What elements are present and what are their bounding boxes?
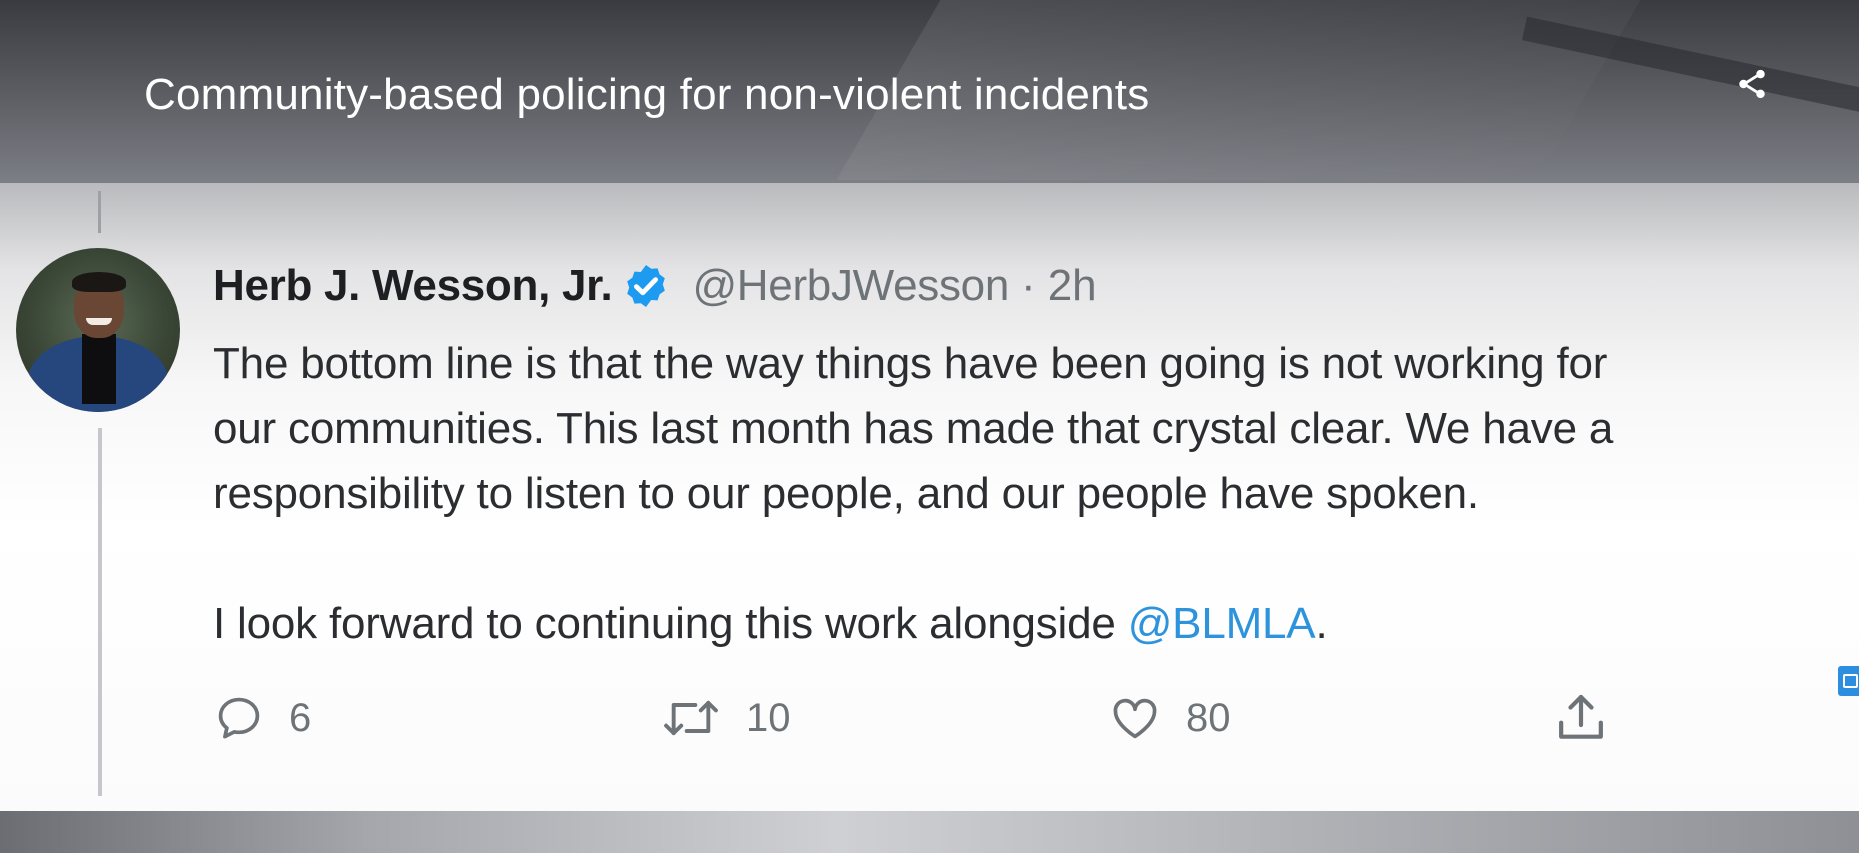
tweet-text-line: The bottom line is that the way things h… [213, 339, 1608, 388]
share-button[interactable] [1732, 64, 1772, 104]
tweet-header: Herb J. Wesson, Jr. @HerbJWesson · 2h [213, 258, 1097, 314]
author-handle[interactable]: @HerbJWesson [692, 261, 1009, 311]
retweet-count: 10 [746, 695, 791, 740]
retweet-button[interactable]: 10 [660, 688, 791, 748]
tweet-card: Herb J. Wesson, Jr. @HerbJWesson · 2h Th… [0, 183, 1859, 811]
tweet-text-line: I look forward to continuing this work a… [213, 591, 1833, 656]
reply-count: 6 [289, 695, 312, 740]
video-title-bar: Community-based policing for non-violent… [0, 0, 1859, 185]
verified-badge-icon [627, 265, 666, 307]
like-count: 80 [1186, 695, 1231, 740]
tweet-text: The bottom line is that the way things h… [213, 331, 1833, 656]
thread-line [98, 428, 102, 796]
avatar-hair [72, 272, 126, 292]
heart-icon [1113, 698, 1157, 739]
tweet-actions: 6 10 80 [213, 688, 1613, 748]
tweet-text-segment: . [1315, 599, 1328, 648]
reply-icon [218, 697, 260, 739]
share-icon [1739, 69, 1765, 99]
tweet-text-line: responsibility to listen to our people, … [213, 469, 1479, 518]
video-headline: Community-based policing for non-violent… [144, 70, 1150, 119]
tweet-text-segment: I look forward to continuing this work a… [213, 599, 1128, 648]
reply-button[interactable]: 6 [213, 688, 311, 748]
upload-share-icon [1559, 694, 1603, 739]
avatar[interactable] [16, 248, 180, 412]
avatar-smile [86, 318, 112, 325]
tweet-timestamp[interactable]: 2h [1048, 261, 1097, 311]
author-name[interactable]: Herb J. Wesson, Jr. [213, 261, 613, 311]
mention-link[interactable]: @BLMLA [1128, 599, 1316, 648]
tweet-text-line: our communities. This last month has mad… [213, 404, 1614, 453]
retweet-icon [664, 700, 718, 736]
separator-dot: · [1021, 261, 1036, 310]
picture-in-picture-icon[interactable] [1838, 666, 1859, 696]
like-button[interactable]: 80 [1108, 688, 1231, 748]
thread-line [98, 191, 101, 233]
video-background-strip [0, 811, 1859, 853]
avatar-shirt [82, 334, 116, 404]
share-tweet-button[interactable] [1553, 688, 1609, 748]
